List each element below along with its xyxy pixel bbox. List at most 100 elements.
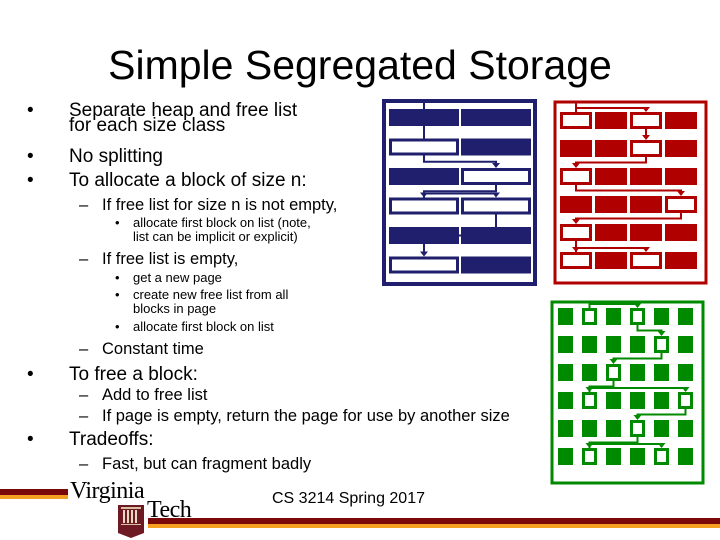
free-list-link [423, 192, 497, 198]
allocated-block [630, 448, 645, 465]
free-block [389, 256, 459, 274]
free-list-arrowhead [642, 247, 650, 252]
free-list-arrowhead [420, 251, 428, 257]
allocated-block [595, 140, 627, 157]
free-block [389, 197, 459, 215]
memory-diagrams [0, 99, 720, 538]
free-list-link [588, 443, 663, 448]
allocated-block [558, 420, 573, 437]
allocated-block [606, 448, 621, 465]
logo-virginia-text: Virginia [70, 478, 145, 504]
footer-stripe-orange-right [148, 524, 720, 528]
allocated-block [665, 168, 697, 185]
free-block [582, 448, 597, 465]
allocated-block [665, 112, 697, 129]
free-list-link [575, 157, 647, 166]
allocated-block [389, 168, 459, 185]
footer-stripe-orange-left [0, 495, 68, 499]
allocated-block [582, 420, 597, 437]
red-size-class-page [553, 100, 708, 285]
free-block [606, 364, 621, 381]
blue-size-class-page [382, 99, 537, 286]
allocated-block [558, 448, 573, 465]
footer-course-label: CS 3214 Spring 2017 [272, 490, 425, 507]
free-block [560, 112, 592, 129]
allocated-block [595, 168, 627, 185]
allocated-block [582, 364, 597, 381]
vt-shield-logo [118, 505, 144, 538]
free-block [582, 308, 597, 325]
allocated-block [606, 392, 621, 409]
allocated-block [630, 224, 662, 241]
free-list-link [636, 325, 663, 334]
free-list-link [575, 107, 647, 112]
free-block [630, 252, 662, 269]
free-list-arrowhead [572, 219, 580, 224]
allocated-block [654, 420, 669, 437]
allocated-block [678, 448, 693, 465]
allocated-block [606, 420, 621, 437]
free-list-link [423, 155, 497, 166]
free-block [560, 224, 592, 241]
allocated-block [606, 308, 621, 325]
free-list-link [423, 214, 497, 255]
allocated-block [678, 364, 693, 381]
free-list-arrowhead [633, 303, 642, 308]
footer-stripe-maroon-right [148, 518, 720, 524]
allocated-block [678, 420, 693, 437]
free-list-link [575, 247, 647, 252]
free-block [582, 392, 597, 409]
free-list-arrowhead [609, 359, 618, 364]
free-list-link [612, 353, 663, 362]
allocated-block [558, 336, 573, 353]
allocated-block [678, 336, 693, 353]
free-list-arrowhead [657, 443, 666, 448]
free-block [630, 308, 645, 325]
free-list-arrowhead [492, 163, 500, 168]
free-list-arrowhead [633, 415, 642, 420]
free-list-arrowhead [657, 331, 666, 336]
allocated-block [630, 336, 645, 353]
free-block [630, 140, 662, 157]
allocated-block [654, 392, 669, 409]
free-list-arrowhead [572, 163, 580, 168]
allocated-block [461, 109, 531, 126]
free-list-link [575, 213, 682, 222]
allocated-block [654, 364, 669, 381]
allocated-block [665, 252, 697, 269]
free-block [654, 336, 669, 353]
allocated-block [665, 224, 697, 241]
free-block [678, 392, 693, 409]
free-block [461, 168, 531, 185]
allocated-block [461, 256, 531, 274]
allocated-block [560, 196, 592, 213]
allocated-block [630, 168, 662, 185]
free-list-link [588, 303, 639, 308]
free-list-arrowhead [642, 135, 650, 140]
allocated-block [678, 308, 693, 325]
allocated-block [630, 364, 645, 381]
free-list-arrowhead [681, 387, 690, 392]
allocated-block [606, 336, 621, 353]
free-block [461, 197, 531, 215]
allocated-block [558, 392, 573, 409]
allocated-block [630, 392, 645, 409]
allocated-block [558, 308, 573, 325]
allocated-block [595, 252, 627, 269]
free-block [560, 168, 592, 185]
free-list-arrowhead [642, 107, 650, 112]
green-size-class-page [550, 300, 705, 485]
free-block [630, 420, 645, 437]
allocated-block [582, 336, 597, 353]
free-block [560, 252, 592, 269]
free-block [630, 112, 662, 129]
free-list-link [636, 409, 687, 418]
footer-stripe-maroon-left [0, 489, 68, 495]
free-list-arrowhead [492, 192, 500, 198]
allocated-block [595, 196, 627, 213]
allocated-block [558, 364, 573, 381]
free-block [665, 196, 697, 213]
free-block [654, 448, 669, 465]
allocated-block [630, 196, 662, 213]
free-list-link [588, 387, 687, 392]
